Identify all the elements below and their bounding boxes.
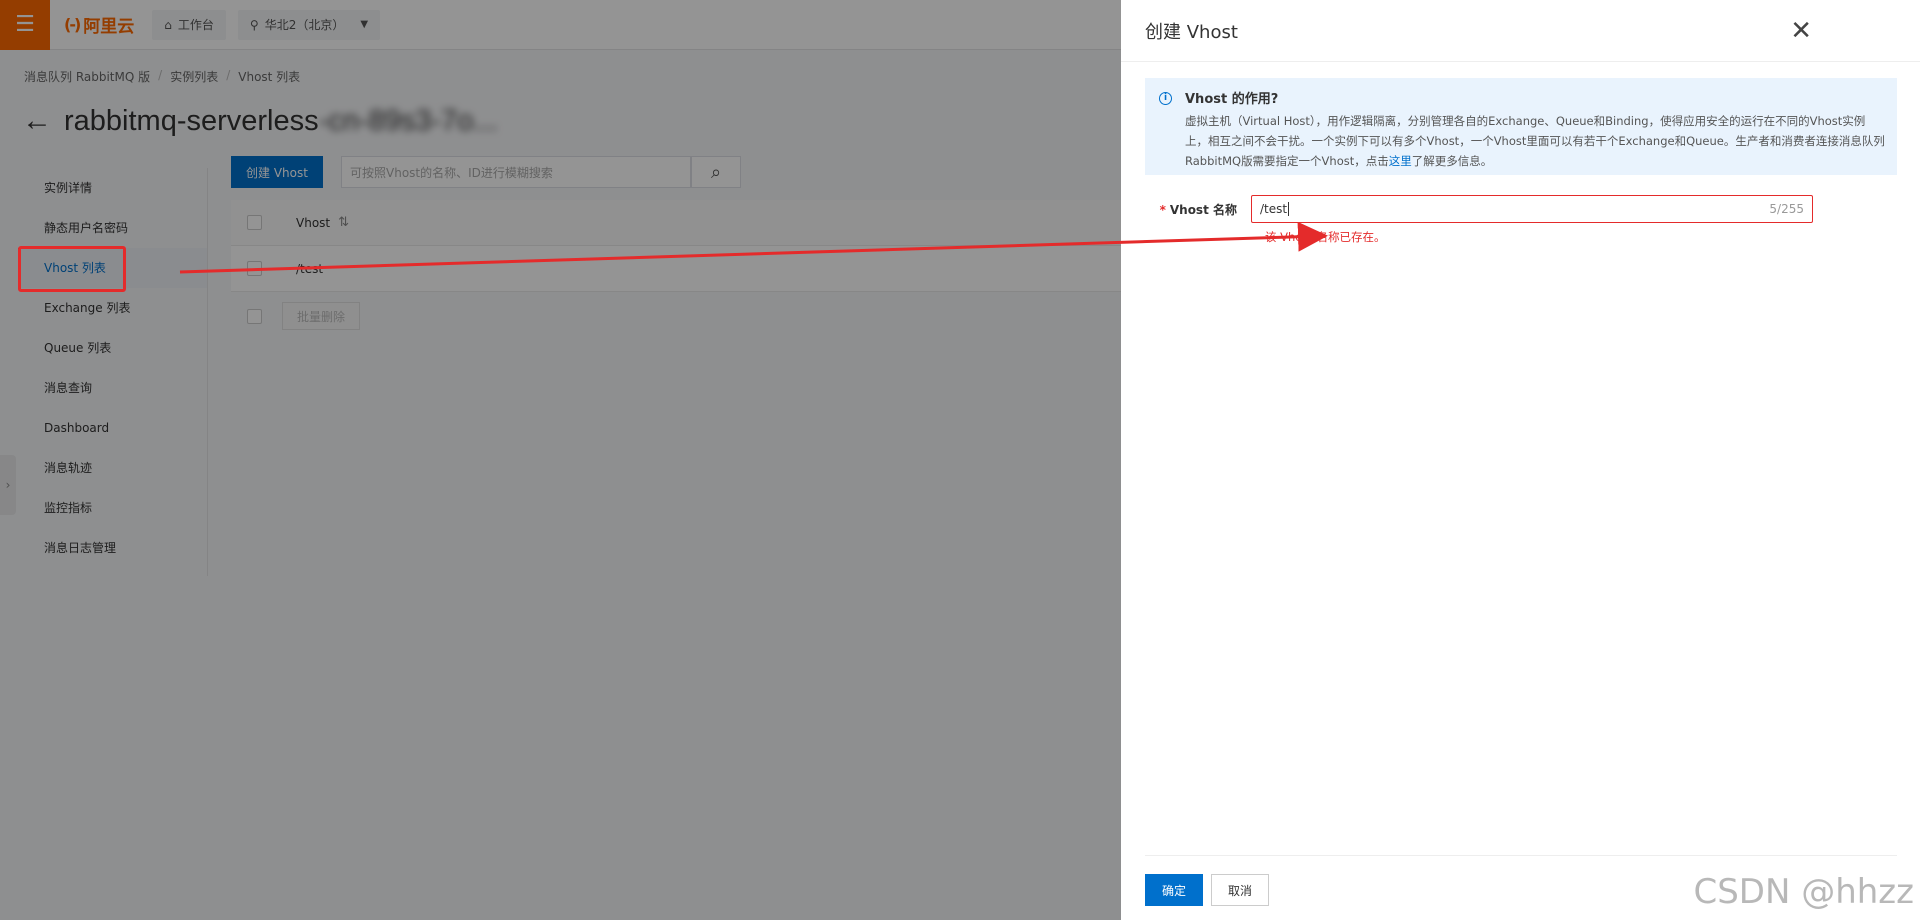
confirm-button[interactable]: 确定: [1145, 874, 1203, 906]
char-counter: 5/255: [1769, 202, 1804, 216]
vhost-name-label-text: Vhost 名称: [1169, 202, 1237, 217]
drawer-header: 创建 Vhost ✕: [1121, 0, 1920, 62]
notice-title: Vhost 的作用?: [1185, 92, 1279, 107]
vhost-info-notice: i Vhost 的作用? 虚拟主机（Virtual Host），用作逻辑隔离，分…: [1145, 78, 1897, 175]
notice-body: 虚拟主机（Virtual Host），用作逻辑隔离，分别管理各自的Exchang…: [1185, 111, 1885, 171]
cancel-button[interactable]: 取消: [1211, 874, 1269, 906]
notice-body-text: 虚拟主机（Virtual Host），用作逻辑隔离，分别管理各自的Exchang…: [1185, 114, 1885, 168]
required-asterisk: *: [1159, 202, 1166, 217]
vhost-name-form-row: * Vhost 名称 /test 5/255: [1145, 195, 1905, 223]
annotation-highlight-box: [18, 246, 126, 292]
text-cursor: [1288, 202, 1290, 216]
notice-learn-more-link[interactable]: 这里: [1389, 154, 1412, 168]
vhost-name-label: * Vhost 名称: [1145, 201, 1251, 218]
info-icon: i: [1159, 92, 1172, 105]
vhost-name-value: /test: [1260, 202, 1288, 216]
csdn-watermark: CSDN @hhzz: [1693, 872, 1914, 912]
notice-body-tail: 了解更多信息。: [1411, 154, 1493, 168]
drawer-title: 创建 Vhost: [1145, 21, 1238, 43]
close-icon[interactable]: ✕: [1790, 18, 1812, 44]
create-vhost-drawer: 创建 Vhost ✕ i Vhost 的作用? 虚拟主机（Virtual Hos…: [1121, 0, 1920, 920]
vhost-name-error: 该 Vhost 名称已存在。: [1265, 230, 1386, 244]
vhost-name-input[interactable]: /test 5/255: [1251, 195, 1813, 223]
